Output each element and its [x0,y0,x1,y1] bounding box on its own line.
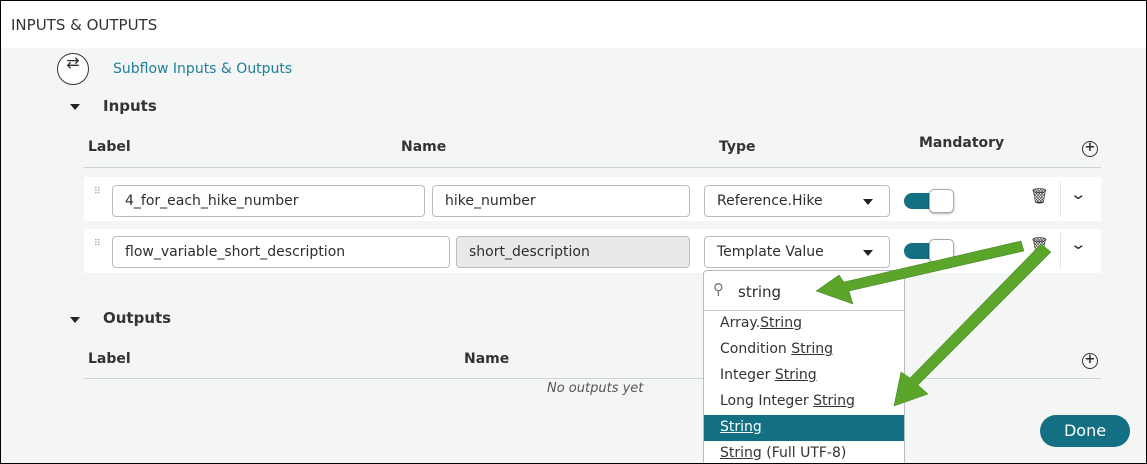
annotation-arrows [815,240,1052,407]
inputs-outputs-dialog: INPUTS & OUTPUTS ⇄ Subflow Inputs & Outp… [1,1,1146,463]
